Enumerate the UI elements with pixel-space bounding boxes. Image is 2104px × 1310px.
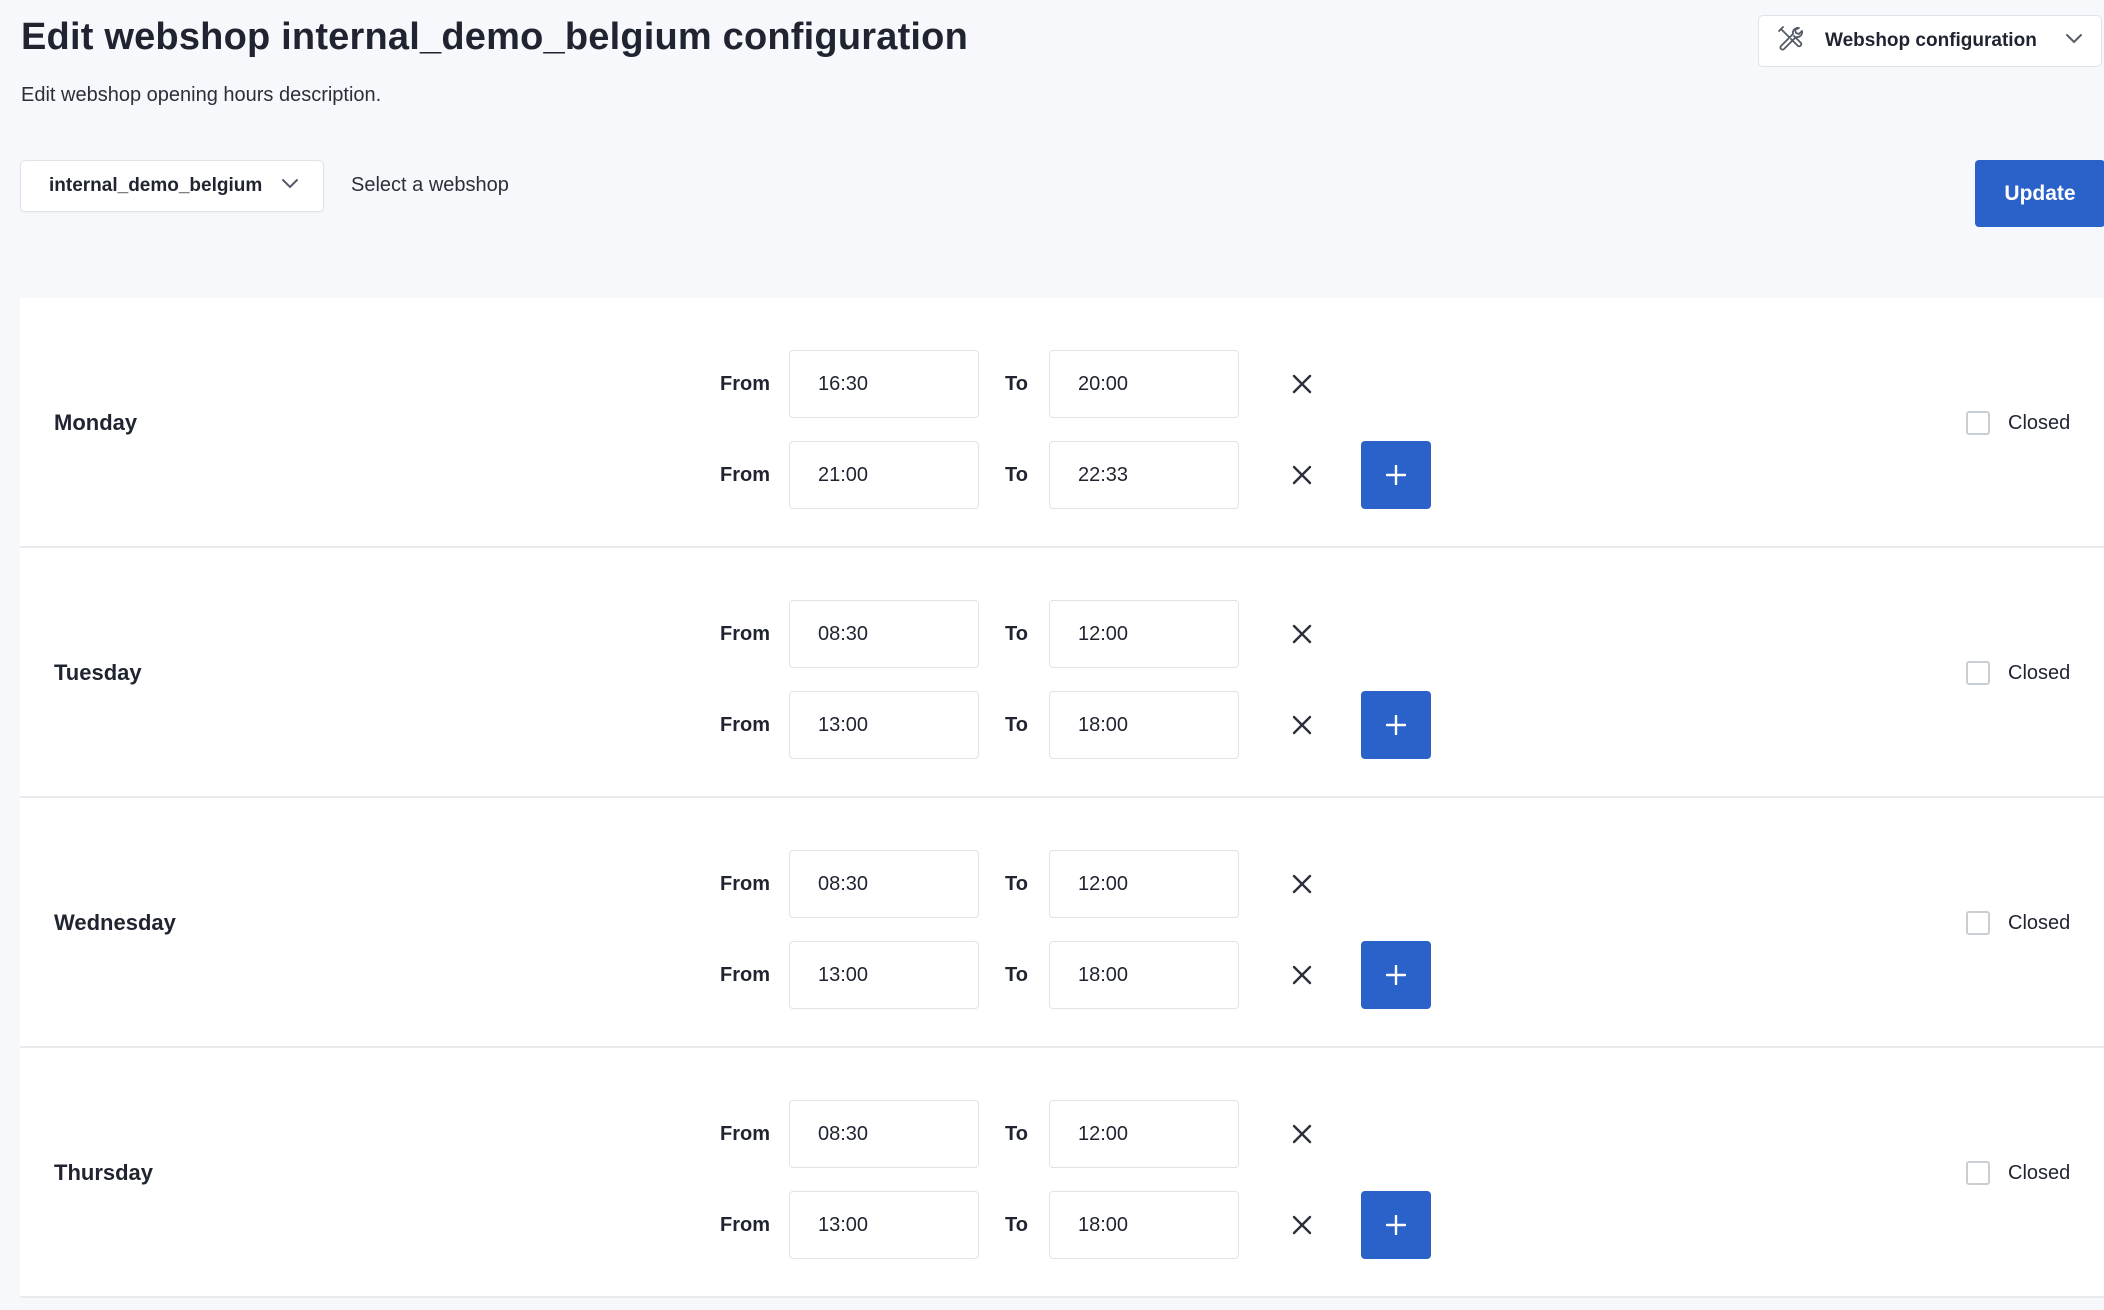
plus-icon bbox=[1386, 715, 1406, 735]
time-slot: From To bbox=[20, 1100, 2104, 1168]
to-time-input[interactable] bbox=[1049, 1100, 1239, 1168]
from-time-input[interactable] bbox=[789, 941, 979, 1009]
webshop-select-value: internal_demo_belgium bbox=[49, 175, 263, 196]
remove-slot-button[interactable] bbox=[1282, 1205, 1322, 1245]
chevron-down-icon bbox=[281, 177, 299, 195]
plus-icon bbox=[1386, 965, 1406, 985]
closed-label: Closed bbox=[2008, 411, 2071, 434]
to-time-input[interactable] bbox=[1049, 600, 1239, 668]
opening-hours-list: Monday From To From To Closed bbox=[20, 298, 2104, 1298]
close-icon bbox=[1292, 624, 1312, 644]
to-label: To bbox=[1005, 872, 1028, 895]
page-subtitle: Edit webshop opening hours description. bbox=[21, 84, 382, 106]
from-label: From bbox=[720, 963, 770, 986]
day-row-thursday: Thursday From To From To Closed bbox=[20, 1048, 2104, 1298]
from-label: From bbox=[720, 372, 770, 395]
remove-slot-button[interactable] bbox=[1282, 705, 1322, 745]
day-name: Thursday bbox=[54, 1160, 154, 1185]
plus-icon bbox=[1386, 465, 1406, 485]
from-time-input[interactable] bbox=[789, 691, 979, 759]
add-slot-button[interactable] bbox=[1361, 441, 1431, 509]
from-label: From bbox=[720, 622, 770, 645]
closed-checkbox[interactable] bbox=[1966, 661, 1990, 685]
plus-icon bbox=[1386, 1215, 1406, 1235]
remove-slot-button[interactable] bbox=[1282, 455, 1322, 495]
close-icon bbox=[1292, 874, 1312, 894]
add-slot-button[interactable] bbox=[1361, 941, 1431, 1009]
day-name: Tuesday bbox=[54, 660, 142, 685]
day-row-wednesday: Wednesday From To From To Closed bbox=[20, 798, 2104, 1048]
remove-slot-button[interactable] bbox=[1282, 614, 1322, 654]
tools-icon bbox=[1777, 25, 1805, 57]
closed-toggle[interactable]: Closed bbox=[1966, 298, 2070, 548]
time-slot: From To bbox=[20, 441, 2104, 509]
time-slot: From To bbox=[20, 1191, 2104, 1259]
close-icon bbox=[1292, 1124, 1312, 1144]
from-label: From bbox=[720, 1122, 770, 1145]
time-slot: From To bbox=[20, 691, 2104, 759]
close-icon bbox=[1292, 1215, 1312, 1235]
close-icon bbox=[1292, 374, 1312, 394]
from-label: From bbox=[720, 713, 770, 736]
time-slot: From To bbox=[20, 850, 2104, 918]
add-slot-button[interactable] bbox=[1361, 691, 1431, 759]
closed-label: Closed bbox=[2008, 911, 2071, 934]
closed-checkbox[interactable] bbox=[1966, 911, 1990, 935]
to-time-input[interactable] bbox=[1049, 850, 1239, 918]
closed-checkbox[interactable] bbox=[1966, 1161, 1990, 1185]
to-time-input[interactable] bbox=[1049, 441, 1239, 509]
webshop-configuration-label: Webshop configuration bbox=[1825, 30, 2037, 51]
from-time-input[interactable] bbox=[789, 600, 979, 668]
page-title: Edit webshop internal_demo_belgium confi… bbox=[21, 16, 969, 58]
from-label: From bbox=[720, 463, 770, 486]
to-time-input[interactable] bbox=[1049, 350, 1239, 418]
time-slot: From To bbox=[20, 600, 2104, 668]
to-time-input[interactable] bbox=[1049, 1191, 1239, 1259]
webshop-configuration-dropdown[interactable]: Webshop configuration bbox=[1758, 15, 2102, 67]
to-time-input[interactable] bbox=[1049, 691, 1239, 759]
to-time-input[interactable] bbox=[1049, 941, 1239, 1009]
day-row-tuesday: Tuesday From To From To Closed bbox=[20, 548, 2104, 798]
to-label: To bbox=[1005, 1213, 1028, 1236]
to-label: To bbox=[1005, 1122, 1028, 1145]
close-icon bbox=[1292, 715, 1312, 735]
to-label: To bbox=[1005, 963, 1028, 986]
from-time-input[interactable] bbox=[789, 1191, 979, 1259]
closed-toggle[interactable]: Closed bbox=[1966, 1048, 2070, 1298]
webshop-select[interactable]: internal_demo_belgium bbox=[20, 160, 324, 212]
day-name: Monday bbox=[54, 410, 138, 435]
from-label: From bbox=[720, 1213, 770, 1236]
from-time-input[interactable] bbox=[789, 850, 979, 918]
close-icon bbox=[1292, 465, 1312, 485]
from-time-input[interactable] bbox=[789, 1100, 979, 1168]
remove-slot-button[interactable] bbox=[1282, 955, 1322, 995]
close-icon bbox=[1292, 965, 1312, 985]
to-label: To bbox=[1005, 463, 1028, 486]
closed-toggle[interactable]: Closed bbox=[1966, 548, 2070, 798]
closed-checkbox[interactable] bbox=[1966, 411, 1990, 435]
day-row-monday: Monday From To From To Closed bbox=[20, 298, 2104, 548]
to-label: To bbox=[1005, 372, 1028, 395]
closed-label: Closed bbox=[2008, 661, 2071, 684]
closed-toggle[interactable]: Closed bbox=[1966, 798, 2070, 1048]
remove-slot-button[interactable] bbox=[1282, 864, 1322, 904]
from-label: From bbox=[720, 872, 770, 895]
chevron-down-icon bbox=[2065, 32, 2083, 50]
to-label: To bbox=[1005, 622, 1028, 645]
time-slot: From To bbox=[20, 350, 2104, 418]
from-time-input[interactable] bbox=[789, 350, 979, 418]
add-slot-button[interactable] bbox=[1361, 1191, 1431, 1259]
update-button[interactable]: Update bbox=[1975, 160, 2104, 227]
time-slot: From To bbox=[20, 941, 2104, 1009]
from-time-input[interactable] bbox=[789, 441, 979, 509]
day-name: Wednesday bbox=[54, 910, 176, 935]
to-label: To bbox=[1005, 713, 1028, 736]
remove-slot-button[interactable] bbox=[1282, 1114, 1322, 1154]
closed-label: Closed bbox=[2008, 1161, 2071, 1184]
remove-slot-button[interactable] bbox=[1282, 364, 1322, 404]
select-webshop-hint: Select a webshop bbox=[351, 174, 509, 196]
